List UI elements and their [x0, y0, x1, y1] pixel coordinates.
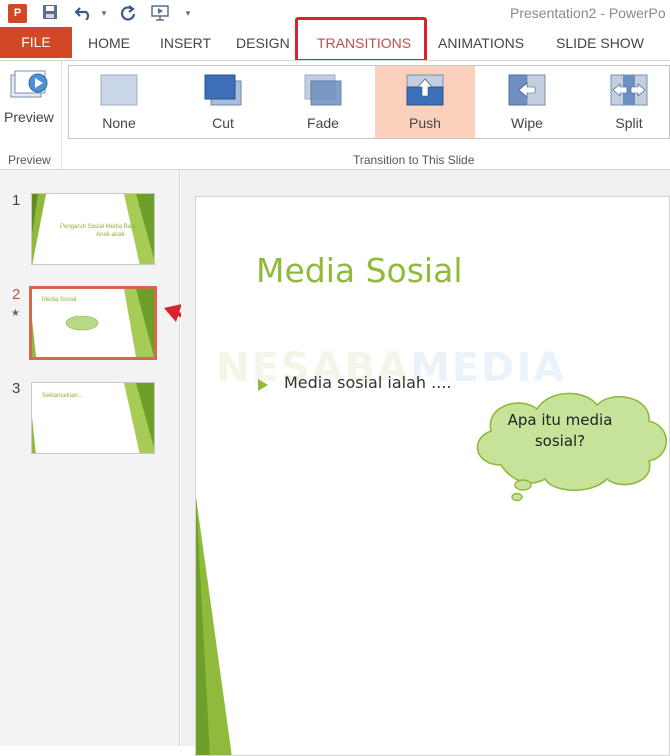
slide-number: 1 [12, 192, 21, 209]
tab-file[interactable]: FILE [0, 27, 72, 58]
transition-star-icon: ★ [11, 308, 20, 319]
transition-group-label: Transition to This Slide [353, 153, 475, 167]
slide-thumbnail-2[interactable]: Media Sosial [29, 286, 157, 360]
transition-label: Fade [307, 115, 339, 131]
fade-transition-icon [304, 74, 342, 106]
slide-thumbnails-panel: 1 Pengaruh Sosial Media Bagi Anak-anak 2… [0, 170, 180, 746]
save-icon[interactable] [40, 4, 60, 22]
thumb-subtitle: Anak-anak [96, 232, 125, 238]
window-title: Presentation2 - PowerPo [510, 5, 666, 21]
tab-design[interactable]: DESIGN [236, 35, 290, 51]
preview-group-label: Preview [8, 153, 51, 167]
transition-gallery: None Cut Fade Push Wipe Split [68, 65, 670, 139]
transition-label: None [102, 115, 136, 131]
tab-slide-show[interactable]: SLIDE SHOW [556, 35, 644, 51]
slide-title-text: Media Sosial [256, 251, 463, 290]
transition-cut[interactable]: Cut [173, 66, 273, 138]
preview-group: Preview Preview [0, 61, 62, 169]
cloud-callout-text[interactable]: Apa itu media sosial? [496, 410, 624, 452]
transition-split[interactable]: Split [579, 66, 670, 138]
redo-icon[interactable] [118, 4, 138, 22]
transition-label: Push [409, 115, 441, 131]
slide-bullet[interactable]: Media sosial ialah .... [284, 373, 451, 392]
transitions-tab-highlight [295, 17, 427, 62]
preview-icon[interactable] [10, 69, 50, 101]
thumb-title: Media Sosial [42, 297, 77, 303]
undo-dropdown-icon[interactable]: ▾ [94, 4, 114, 22]
transition-label: Wipe [511, 115, 543, 131]
split-transition-icon [610, 74, 648, 106]
current-slide[interactable]: NESABAMEDIA Media Sosial Media sosial ia… [195, 196, 670, 756]
wipe-transition-icon [508, 74, 546, 106]
transition-label: Cut [212, 115, 234, 131]
undo-icon[interactable] [74, 4, 94, 22]
powerpoint-logo-icon: P [8, 4, 27, 23]
transition-fade[interactable]: Fade [273, 66, 373, 138]
slide-thumbnail-1[interactable]: Pengaruh Sosial Media Bagi Anak-anak [31, 193, 155, 265]
tab-animations[interactable]: ANIMATIONS [438, 35, 524, 51]
tab-insert[interactable]: INSERT [160, 35, 211, 51]
none-transition-icon [100, 74, 138, 106]
tab-home[interactable]: HOME [88, 35, 130, 51]
ribbon: Preview Preview None Cut Fade Push Wipe … [0, 60, 670, 170]
slide-number: 3 [12, 380, 21, 397]
transition-none[interactable]: None [69, 66, 169, 138]
cut-transition-icon [204, 74, 242, 106]
slide-number: 2 [12, 286, 21, 303]
thumb-title: Sekiansekian... [42, 393, 83, 399]
customize-qat-icon[interactable]: ▾ [178, 4, 198, 22]
transition-wipe[interactable]: Wipe [477, 66, 577, 138]
thumb-title: Pengaruh Sosial Media Bagi [60, 224, 136, 230]
transition-label: Split [615, 115, 643, 131]
push-transition-icon [406, 74, 444, 106]
bullet-arrow-icon [258, 379, 268, 391]
start-from-beginning-icon[interactable] [150, 4, 170, 22]
transition-push[interactable]: Push [375, 66, 475, 138]
slide-title[interactable]: Media Sosial [256, 251, 463, 290]
preview-button-label[interactable]: Preview [4, 109, 54, 125]
slide-thumbnail-3[interactable]: Sekiansekian... [31, 382, 155, 454]
slide-editor: NESABAMEDIA Media Sosial Media sosial ia… [181, 170, 670, 756]
